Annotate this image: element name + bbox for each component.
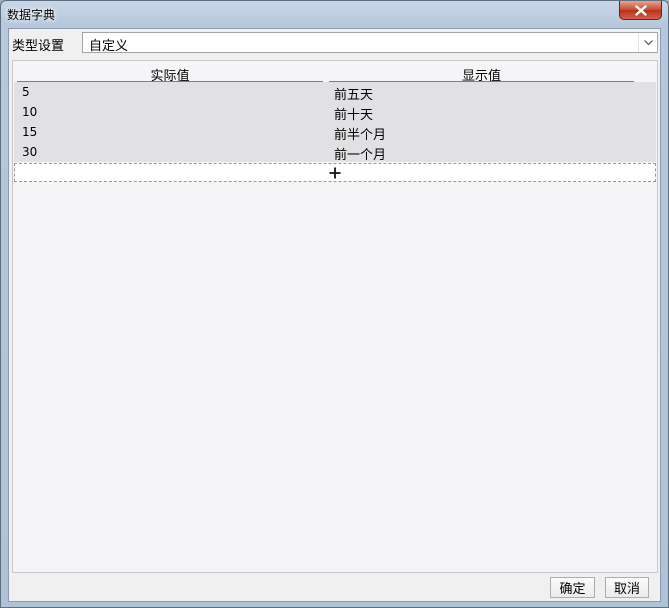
cell-display-value[interactable]: 前半个月: [334, 124, 386, 143]
cell-actual-value[interactable]: 5: [22, 85, 30, 99]
dialog-client-area: 类型设置 自定义 实际值 显示值 5 前五天 10 前十天 15 前半个月 30…: [8, 28, 661, 602]
window-title: 数据字典: [7, 8, 56, 22]
cell-actual-value[interactable]: 15: [22, 125, 37, 139]
ok-button[interactable]: 确定: [550, 577, 595, 598]
table-row[interactable]: 30 前一个月: [14, 142, 656, 163]
table-row[interactable]: 10 前十天: [14, 102, 656, 123]
cell-display-value[interactable]: 前五天: [334, 84, 373, 103]
plus-icon: [329, 167, 341, 178]
type-setting-select[interactable]: 自定义: [82, 32, 658, 54]
cell-actual-value[interactable]: 10: [22, 105, 37, 119]
table-row[interactable]: 15 前半个月: [14, 122, 656, 143]
close-button[interactable]: [619, 1, 662, 20]
cell-display-value[interactable]: 前十天: [334, 104, 373, 123]
chevron-down-icon[interactable]: [638, 33, 657, 52]
title-bar[interactable]: 数据字典: [1, 1, 668, 27]
table-row[interactable]: 5 前五天: [14, 82, 656, 103]
type-setting-label: 类型设置: [12, 39, 65, 54]
column-header-actual-value[interactable]: 实际值: [17, 65, 323, 84]
column-header-display-value[interactable]: 显示值: [329, 65, 634, 84]
dictionary-table: 实际值 显示值 5 前五天 10 前十天 15 前半个月 30 前一个月: [12, 60, 658, 573]
add-row-button[interactable]: [14, 163, 656, 182]
cell-display-value[interactable]: 前一个月: [334, 144, 386, 163]
cancel-button[interactable]: 取消: [605, 577, 649, 598]
table-body: 5 前五天 10 前十天 15 前半个月 30 前一个月: [14, 82, 656, 163]
type-setting-value: 自定义: [89, 39, 129, 54]
cell-actual-value[interactable]: 30: [22, 145, 37, 159]
dialog-window: 数据字典 类型设置 自定义 实际值 显示值 5 前五天 10 前十天 15 前半…: [0, 0, 669, 608]
close-icon: [634, 4, 647, 16]
table-header: 实际值 显示值: [13, 61, 657, 84]
